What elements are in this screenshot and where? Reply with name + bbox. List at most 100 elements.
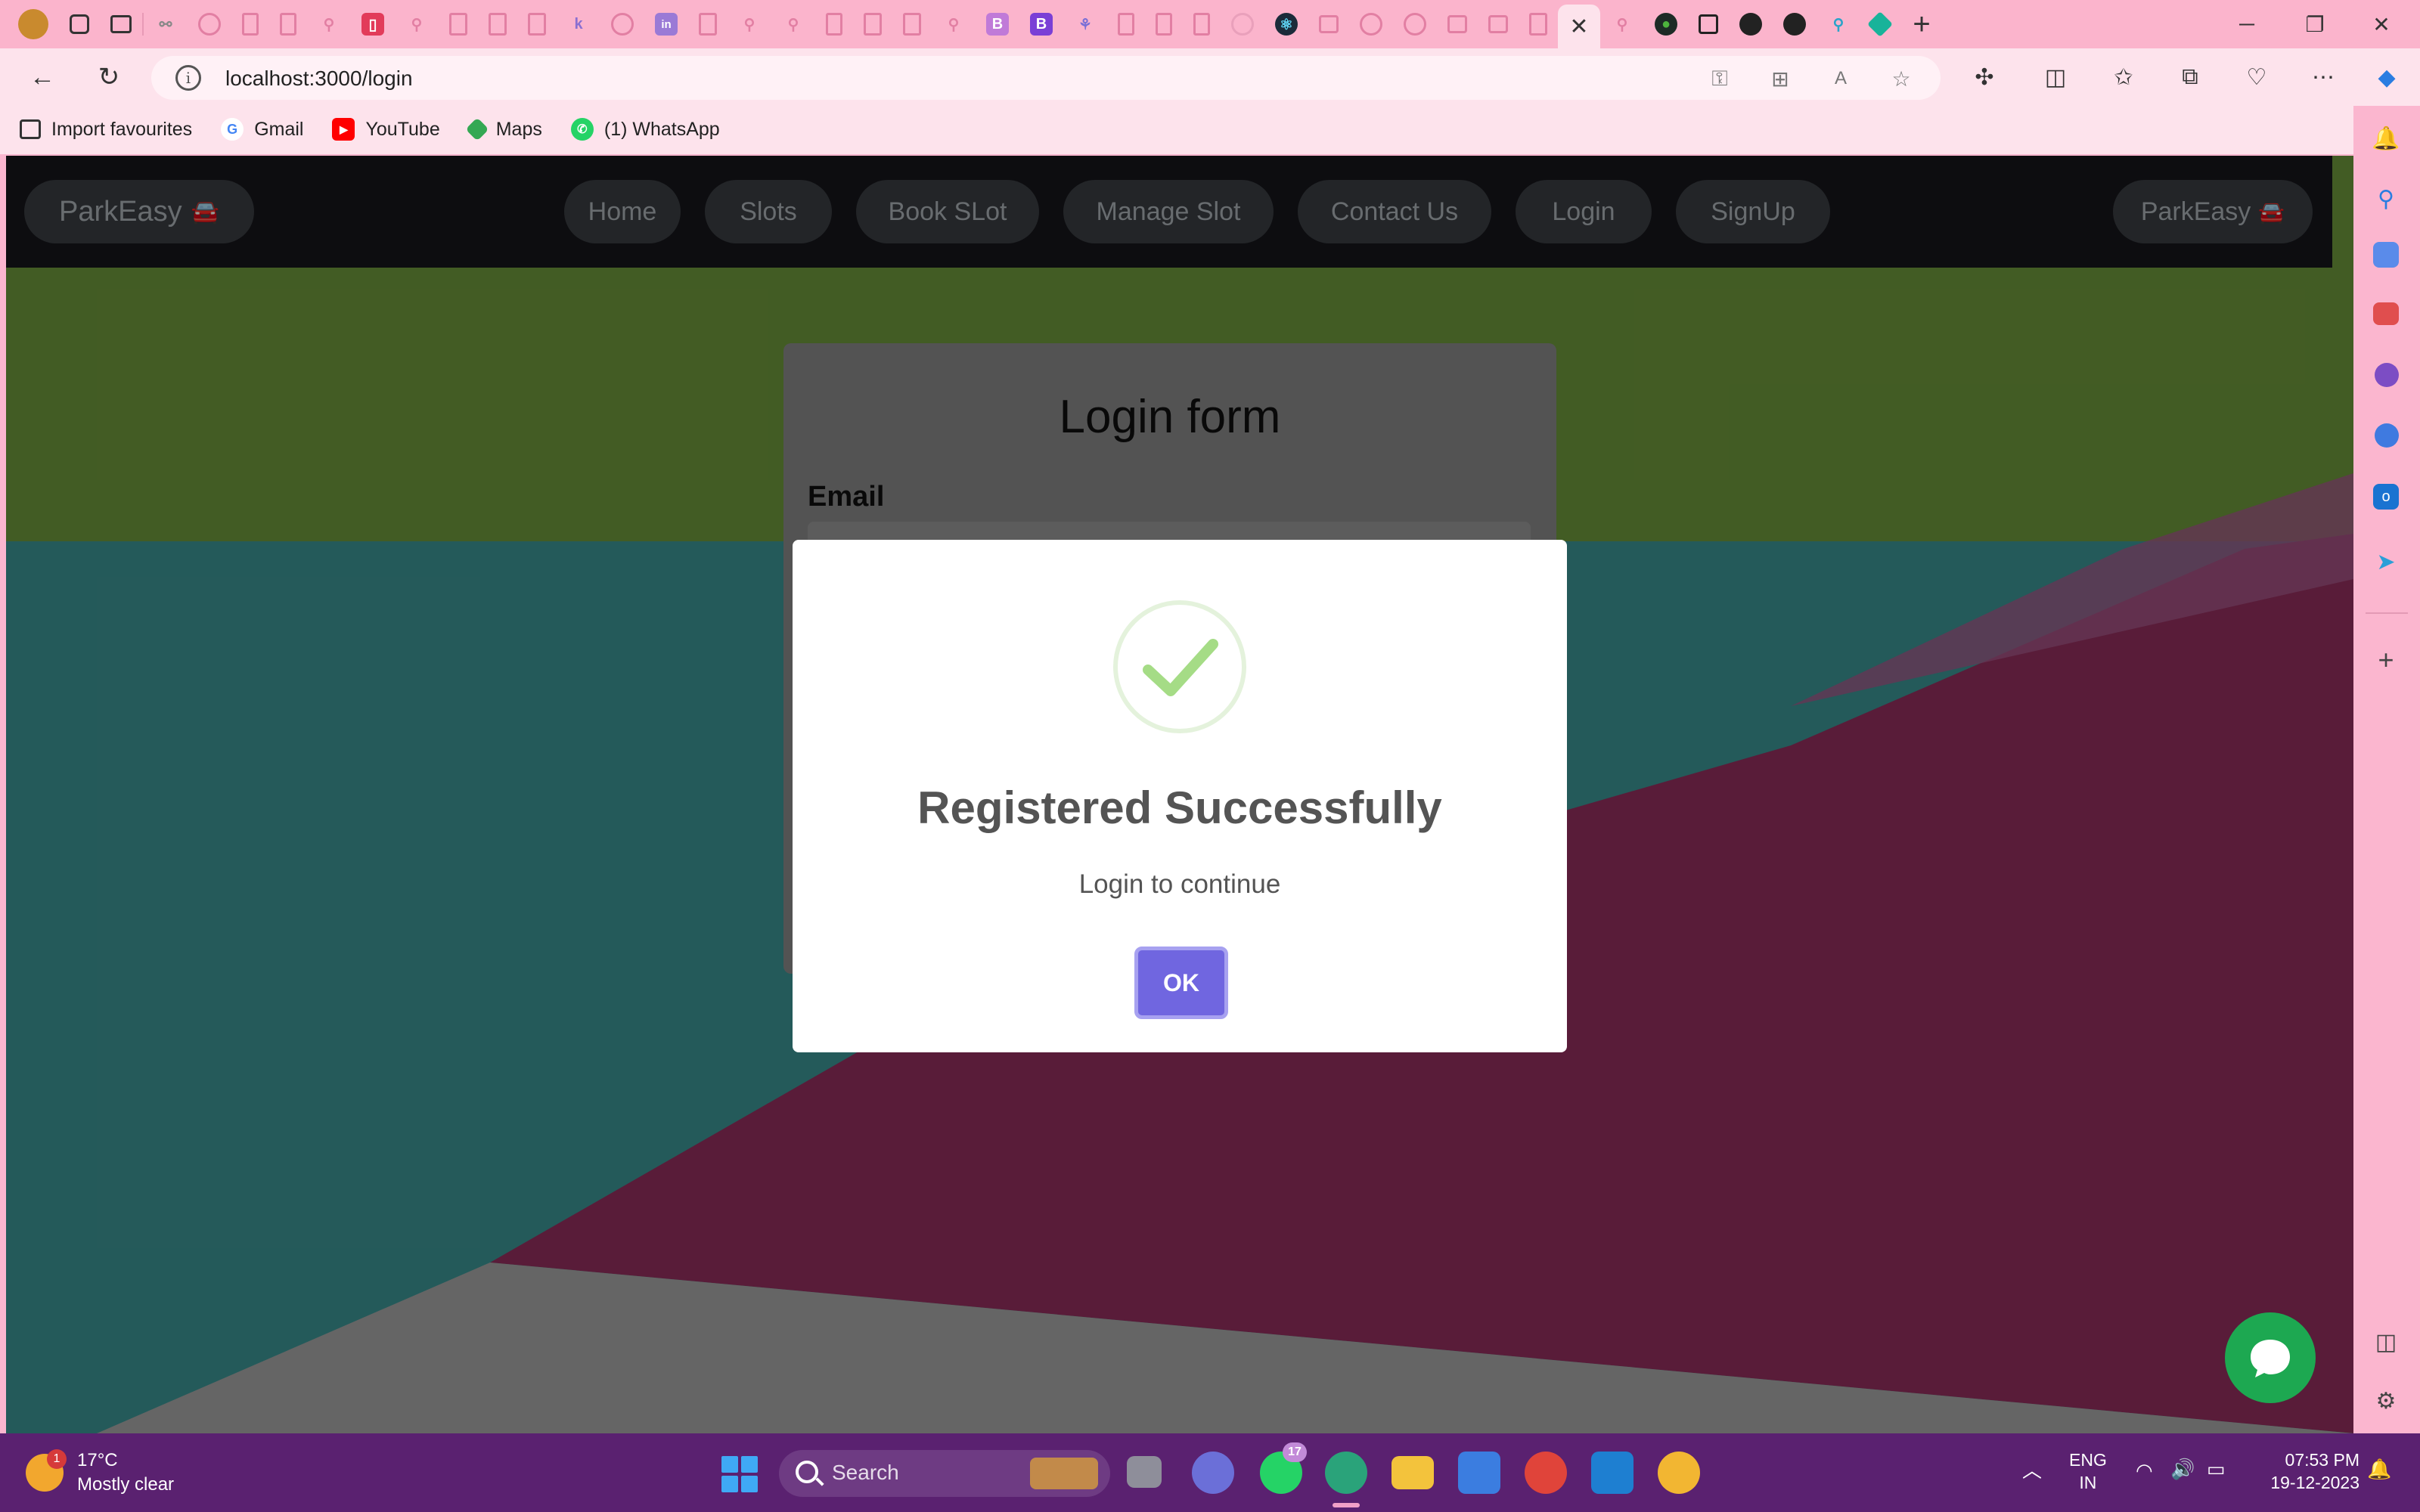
windows-start-icon[interactable] — [721, 1456, 758, 1492]
battery-icon[interactable]: ▭ — [2207, 1458, 2226, 1480]
chrome-profile-icon[interactable] — [1658, 1452, 1700, 1494]
new-tab-icon[interactable]: + — [1910, 8, 1933, 41]
teams-chat-icon[interactable] — [1192, 1452, 1234, 1494]
weather-widget[interactable]: 1 17°C Mostly clear — [26, 1448, 174, 1497]
active-tab-close-icon[interactable]: ✕ — [1558, 5, 1600, 48]
tab-loading-icon[interactable] — [1231, 13, 1254, 36]
favourite-maps[interactable]: Maps — [465, 117, 542, 141]
restore-icon[interactable]: ❐ — [2281, 6, 2349, 42]
microsoft-365-icon[interactable] — [2375, 423, 2399, 448]
clock[interactable]: 07:53 PM 19-12-2023 — [2254, 1448, 2360, 1494]
whatsapp-app-icon[interactable]: 17 — [1260, 1442, 1307, 1494]
more-options-icon[interactable]: ⋯ — [2304, 57, 2343, 97]
shopping-tag-icon[interactable] — [2373, 242, 2399, 268]
sidebar-settings-icon[interactable]: ⚙ — [2369, 1383, 2403, 1418]
language-indicator[interactable]: ENG IN — [2069, 1448, 2107, 1494]
app-install-icon[interactable]: ⊞ — [1765, 64, 1795, 94]
tab-window-icon[interactable] — [1319, 15, 1339, 33]
tab-pages-icon[interactable]: ⚘ — [1074, 13, 1097, 36]
chrome-icon[interactable] — [1525, 1452, 1567, 1494]
tab-search-icon[interactable]: ⚲ — [738, 13, 761, 36]
edge-browser-icon[interactable] — [1325, 1452, 1367, 1494]
tab-search-icon[interactable]: ⚲ — [942, 13, 965, 36]
tab-search-icon[interactable]: ⚲ — [1611, 13, 1634, 36]
browser-essentials-icon[interactable]: ♡ — [2237, 57, 2276, 97]
telegram-send-icon[interactable]: ➤ — [2369, 544, 2403, 579]
outlook-icon[interactable]: o — [2373, 484, 2399, 510]
notification-bell-icon[interactable]: 🔔 — [2367, 1458, 2391, 1480]
tab-search-icon[interactable]: ⚲ — [318, 13, 340, 36]
tab-window-icon[interactable] — [1447, 15, 1467, 33]
tab-netflix-icon[interactable]: ▯ — [361, 13, 384, 36]
tab-pdf-icon[interactable] — [528, 13, 546, 36]
favorite-star-icon[interactable]: ☆ — [1886, 64, 1916, 94]
site-info-icon[interactable]: i — [175, 65, 201, 91]
close-window-icon[interactable]: ✕ — [2347, 6, 2415, 42]
tab-link-icon[interactable]: ⚯ — [154, 13, 177, 36]
tab-mongodb-icon[interactable]: ● — [1655, 13, 1677, 36]
tab-bootstrap-icon[interactable]: B — [1030, 13, 1053, 36]
collections-icon[interactable]: ⧉ — [2170, 57, 2210, 97]
tab-document-icon[interactable] — [826, 13, 842, 36]
hide-sidebar-icon[interactable]: ◫ — [2369, 1325, 2403, 1359]
tab-bootstrap-icon[interactable]: B — [986, 13, 1009, 36]
favourite-whatsapp[interactable]: ✆ (1) WhatsApp — [570, 118, 720, 141]
sidebar-search-icon[interactable]: ⚲ — [2369, 181, 2403, 216]
back-icon[interactable]: ← — [23, 57, 62, 97]
show-hidden-icons[interactable]: ︿ — [2022, 1459, 2042, 1482]
microsoft-store-icon[interactable] — [1458, 1452, 1500, 1494]
favourite-gmail[interactable]: G Gmail — [221, 118, 303, 141]
tab-document-icon[interactable] — [1118, 13, 1134, 36]
tab-search-icon[interactable]: ⚲ — [1827, 13, 1850, 36]
taskbar-search[interactable]: Search — [779, 1450, 1110, 1497]
tab-github-icon[interactable] — [1739, 13, 1762, 36]
favorites-icon[interactable]: ✩ — [2104, 57, 2143, 97]
ok-button[interactable]: OK — [1134, 947, 1228, 1019]
add-sidebar-app-icon[interactable]: + — [2369, 643, 2403, 677]
address-bar[interactable]: i localhost:3000/login ⚿ ⊞ A ☆ — [151, 56, 1941, 100]
tab-window-icon[interactable] — [1488, 15, 1508, 33]
tab-github-icon[interactable] — [1404, 13, 1426, 36]
favourite-import[interactable]: Import favourites — [20, 119, 192, 141]
tools-briefcase-icon[interactable] — [2373, 302, 2399, 325]
read-aloud-icon[interactable]: A — [1826, 64, 1856, 94]
extensions-icon[interactable]: ✣ — [1965, 57, 2004, 97]
notifications-bell-icon[interactable]: 🔔 — [2369, 121, 2403, 156]
refresh-icon[interactable]: ↻ — [89, 57, 129, 97]
tab-pdf-icon[interactable] — [1529, 13, 1547, 36]
tab-pdf-icon[interactable] — [903, 13, 921, 36]
tab-github-icon[interactable] — [198, 13, 221, 36]
tab-k-icon[interactable]: k — [567, 13, 590, 36]
favourite-youtube[interactable]: ▶ YouTube — [332, 118, 440, 141]
file-explorer-icon[interactable] — [1392, 1456, 1434, 1489]
tab-diamond-icon[interactable] — [1867, 11, 1893, 37]
volume-icon[interactable]: 🔊 — [2170, 1458, 2195, 1480]
tab-search-icon[interactable]: ⚲ — [782, 13, 805, 36]
games-icon[interactable] — [2375, 363, 2399, 387]
tab-pdf-icon[interactable] — [489, 13, 507, 36]
workspaces-icon[interactable] — [70, 14, 89, 34]
tab-github-icon[interactable] — [1783, 13, 1806, 36]
tab-document-icon[interactable] — [280, 13, 296, 36]
tab-linkedin-icon[interactable]: in — [655, 13, 678, 36]
vscode-icon[interactable] — [1591, 1452, 1634, 1494]
tab-github-icon[interactable] — [611, 13, 634, 36]
tab-document-icon[interactable] — [242, 13, 259, 36]
minimize-icon[interactable]: ─ — [2213, 6, 2281, 42]
url-text[interactable]: localhost:3000/login — [225, 67, 413, 91]
tab-react-icon[interactable]: ⚛ — [1275, 13, 1298, 36]
tab-search-icon[interactable]: ⚲ — [405, 13, 428, 36]
tab-pdf-icon[interactable] — [449, 13, 467, 36]
profile-avatar-icon[interactable] — [18, 9, 48, 39]
tab-github-icon[interactable] — [1360, 13, 1382, 36]
password-key-icon[interactable]: ⚿ — [1705, 64, 1735, 94]
tab-document-icon[interactable] — [1193, 13, 1210, 36]
wifi-icon[interactable]: ◠ — [2136, 1459, 2153, 1482]
tab-actions-icon[interactable] — [110, 15, 132, 33]
split-screen-icon[interactable]: ◫ — [2036, 57, 2075, 97]
copilot-icon[interactable]: ◆ — [2367, 57, 2406, 97]
task-view-icon[interactable] — [1127, 1456, 1162, 1488]
tab-document-icon[interactable] — [1156, 13, 1172, 36]
chat-widget-button[interactable] — [2225, 1312, 2316, 1403]
tab-calendar-icon[interactable] — [1699, 14, 1718, 34]
